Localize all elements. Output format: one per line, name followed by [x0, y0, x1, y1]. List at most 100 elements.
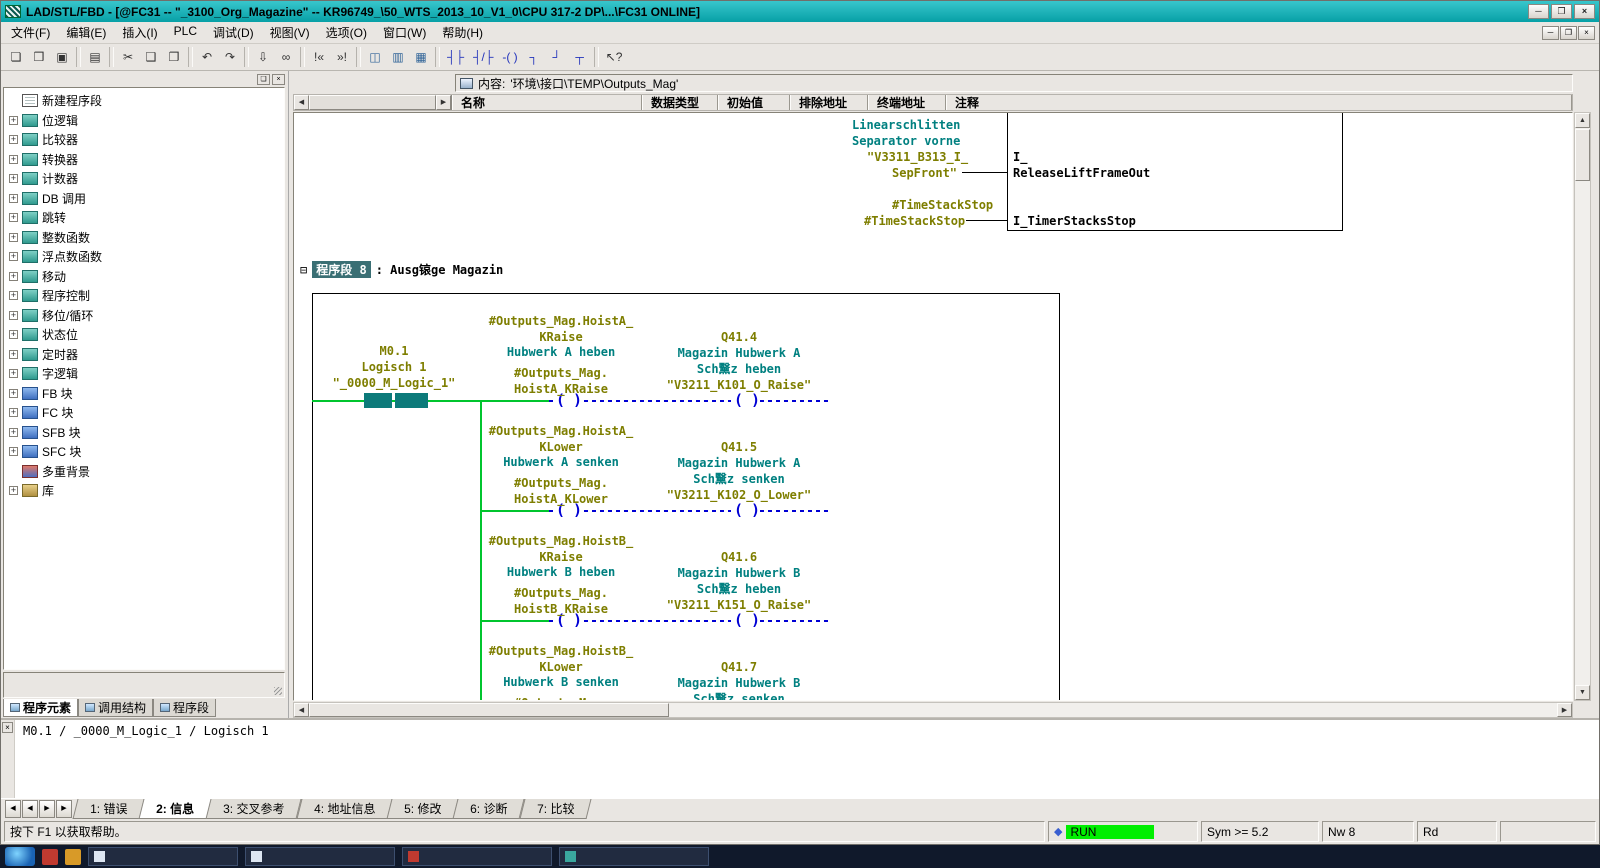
column-header-2[interactable]: 初始值	[718, 95, 790, 110]
coil-symbol[interactable]: (	[734, 503, 743, 518]
close-button[interactable]: ×	[1574, 4, 1595, 19]
expand-icon[interactable]: +	[9, 291, 18, 301]
column-header-5[interactable]: 注释	[946, 95, 1572, 110]
expand-icon[interactable]: +	[9, 232, 18, 242]
expand-icon[interactable]: +	[9, 271, 18, 281]
start-button[interactable]	[5, 847, 35, 866]
expand-icon[interactable]: +	[9, 369, 18, 379]
network-title[interactable]: : Ausg锿ge Magazin	[376, 261, 504, 278]
tree-item-multi-instance[interactable]: 多重背景	[7, 462, 284, 482]
minimize-button[interactable]: ─	[1528, 4, 1549, 19]
save-button[interactable]: ▣	[51, 47, 73, 68]
dock-close-button[interactable]: ×	[272, 73, 285, 85]
help-pointer-button[interactable]: ↖?	[602, 47, 627, 68]
menu-item-1[interactable]: 编辑(E)	[58, 22, 114, 43]
tbranch-button[interactable]: ┬	[569, 47, 591, 68]
tree-item-jump[interactable]: + 跳转	[7, 208, 284, 228]
expand-icon[interactable]: +	[9, 447, 18, 457]
scroll-left-icon[interactable]	[294, 703, 309, 717]
tree-item-comparator[interactable]: + 比较器	[7, 130, 284, 150]
mdi-close-button[interactable]: ×	[1578, 25, 1595, 40]
scroll-thumb[interactable]	[309, 95, 436, 110]
output-tab-7[interactable]: 7: 比较	[519, 799, 592, 819]
expand-icon[interactable]: +	[9, 174, 18, 184]
expand-icon[interactable]: +	[9, 427, 18, 437]
ladder-canvas[interactable]: Linearschlitten Separator vorne "V3311_B…	[293, 112, 1573, 701]
expand-icon[interactable]: +	[9, 213, 18, 223]
tree-item-sfc-blocks[interactable]: + SFC 块	[7, 442, 284, 462]
output-tab-5[interactable]: 5: 修改	[386, 799, 459, 819]
expand-icon[interactable]: +	[9, 115, 18, 125]
tree-item-bit-logic[interactable]: + 位逻辑	[7, 111, 284, 131]
taskbar-window-4[interactable]	[559, 847, 709, 866]
output-tab-3[interactable]: 3: 交叉参考	[205, 799, 303, 819]
scroll-down-icon[interactable]	[1575, 685, 1590, 700]
sidebar-tab-0[interactable]: 程序元素	[3, 699, 79, 717]
close-branch-button[interactable]: ┘	[546, 47, 568, 68]
expand-icon[interactable]: +	[9, 388, 18, 398]
taskbar-window-2[interactable]	[245, 847, 395, 866]
view-list-button[interactable]: ▦	[410, 47, 432, 68]
coil-button[interactable]: -( )	[498, 47, 521, 68]
output-tab-6[interactable]: 6: 诊断	[452, 799, 526, 819]
tree-item-word-logic[interactable]: + 字逻辑	[7, 364, 284, 384]
coil-symbol[interactable]: (	[734, 613, 743, 628]
selected-contact[interactable]	[395, 393, 428, 408]
menu-item-3[interactable]: PLC	[166, 22, 205, 43]
msg-first-button[interactable]: ◀	[5, 800, 21, 818]
open-branch-button[interactable]: ┐	[523, 47, 545, 68]
output-tab-2[interactable]: 2: 信息	[138, 799, 212, 819]
tree-item-converter[interactable]: + 转换器	[7, 150, 284, 170]
mdi-minimize-button[interactable]: ─	[1542, 25, 1559, 40]
vscroll-thumb[interactable]	[1575, 129, 1590, 181]
menu-item-7[interactable]: 窗口(W)	[375, 22, 434, 43]
taskbar-window-1[interactable]	[88, 847, 238, 866]
expand-icon[interactable]: +	[9, 193, 18, 203]
output-tab-4[interactable]: 4: 地址信息	[296, 799, 393, 819]
menu-item-2[interactable]: 插入(I)	[114, 22, 165, 43]
cut-button[interactable]: ✂	[117, 47, 139, 68]
tree-item-counter[interactable]: + 计数器	[7, 169, 284, 189]
print-button[interactable]: ▤	[84, 47, 106, 68]
download-button[interactable]: ⇩	[252, 47, 274, 68]
sidebar-tab-2[interactable]: 程序段	[153, 699, 217, 717]
expand-icon[interactable]: +	[9, 486, 18, 496]
tree-item-program-control[interactable]: + 程序控制	[7, 286, 284, 306]
expand-icon[interactable]: +	[9, 349, 18, 359]
view-split-button[interactable]: ▥	[387, 47, 409, 68]
msg-prev-button[interactable]: ◀	[22, 800, 38, 818]
tree-item-sfb-blocks[interactable]: + SFB 块	[7, 423, 284, 443]
menu-item-0[interactable]: 文件(F)	[3, 22, 58, 43]
coil-symbol[interactable]: (	[734, 393, 743, 408]
sidebar-tab-1[interactable]: 调用结构	[78, 699, 154, 717]
taskbar-window-3[interactable]	[402, 847, 552, 866]
column-header-0[interactable]: 名称	[452, 95, 642, 110]
copy-button[interactable]: ❑	[140, 47, 162, 68]
taskbar-app-red[interactable]	[42, 848, 58, 865]
tree-item-db-call[interactable]: + DB 调用	[7, 189, 284, 209]
redo-button[interactable]: ↷	[219, 47, 241, 68]
new-button[interactable]: ❏	[5, 47, 27, 68]
dock-float-button[interactable]: ❏	[257, 73, 270, 85]
menu-item-5[interactable]: 视图(V)	[262, 22, 318, 43]
paste-button[interactable]: ❐	[163, 47, 185, 68]
menu-item-4[interactable]: 调试(D)	[205, 22, 262, 43]
tree-item-libraries[interactable]: + 库	[7, 481, 284, 501]
contact-nc-button[interactable]: ┤/├	[469, 47, 497, 68]
expand-icon[interactable]: +	[9, 330, 18, 340]
column-header-4[interactable]: 终端地址	[868, 95, 946, 110]
output-close-button[interactable]: ×	[2, 722, 13, 733]
network-collapse-toggle[interactable]: ⊟	[300, 263, 307, 277]
decl-hscrollbar[interactable]	[294, 95, 452, 110]
expand-icon[interactable]: +	[9, 408, 18, 418]
msg-last-button[interactable]: ▶	[56, 800, 72, 818]
tree-item-move[interactable]: + 移动	[7, 267, 284, 287]
tree-item-integer-math[interactable]: + 整数函数	[7, 228, 284, 248]
expand-icon[interactable]: +	[9, 135, 18, 145]
tree-item-new-network[interactable]: 新建程序段	[7, 91, 284, 111]
expand-icon[interactable]: +	[9, 154, 18, 164]
open-button[interactable]: ❒	[28, 47, 50, 68]
monitor-glasses-button[interactable]: ∞	[275, 47, 297, 68]
tree-item-timers[interactable]: + 定时器	[7, 345, 284, 365]
goto-next-error-button[interactable]: »!	[331, 47, 353, 68]
